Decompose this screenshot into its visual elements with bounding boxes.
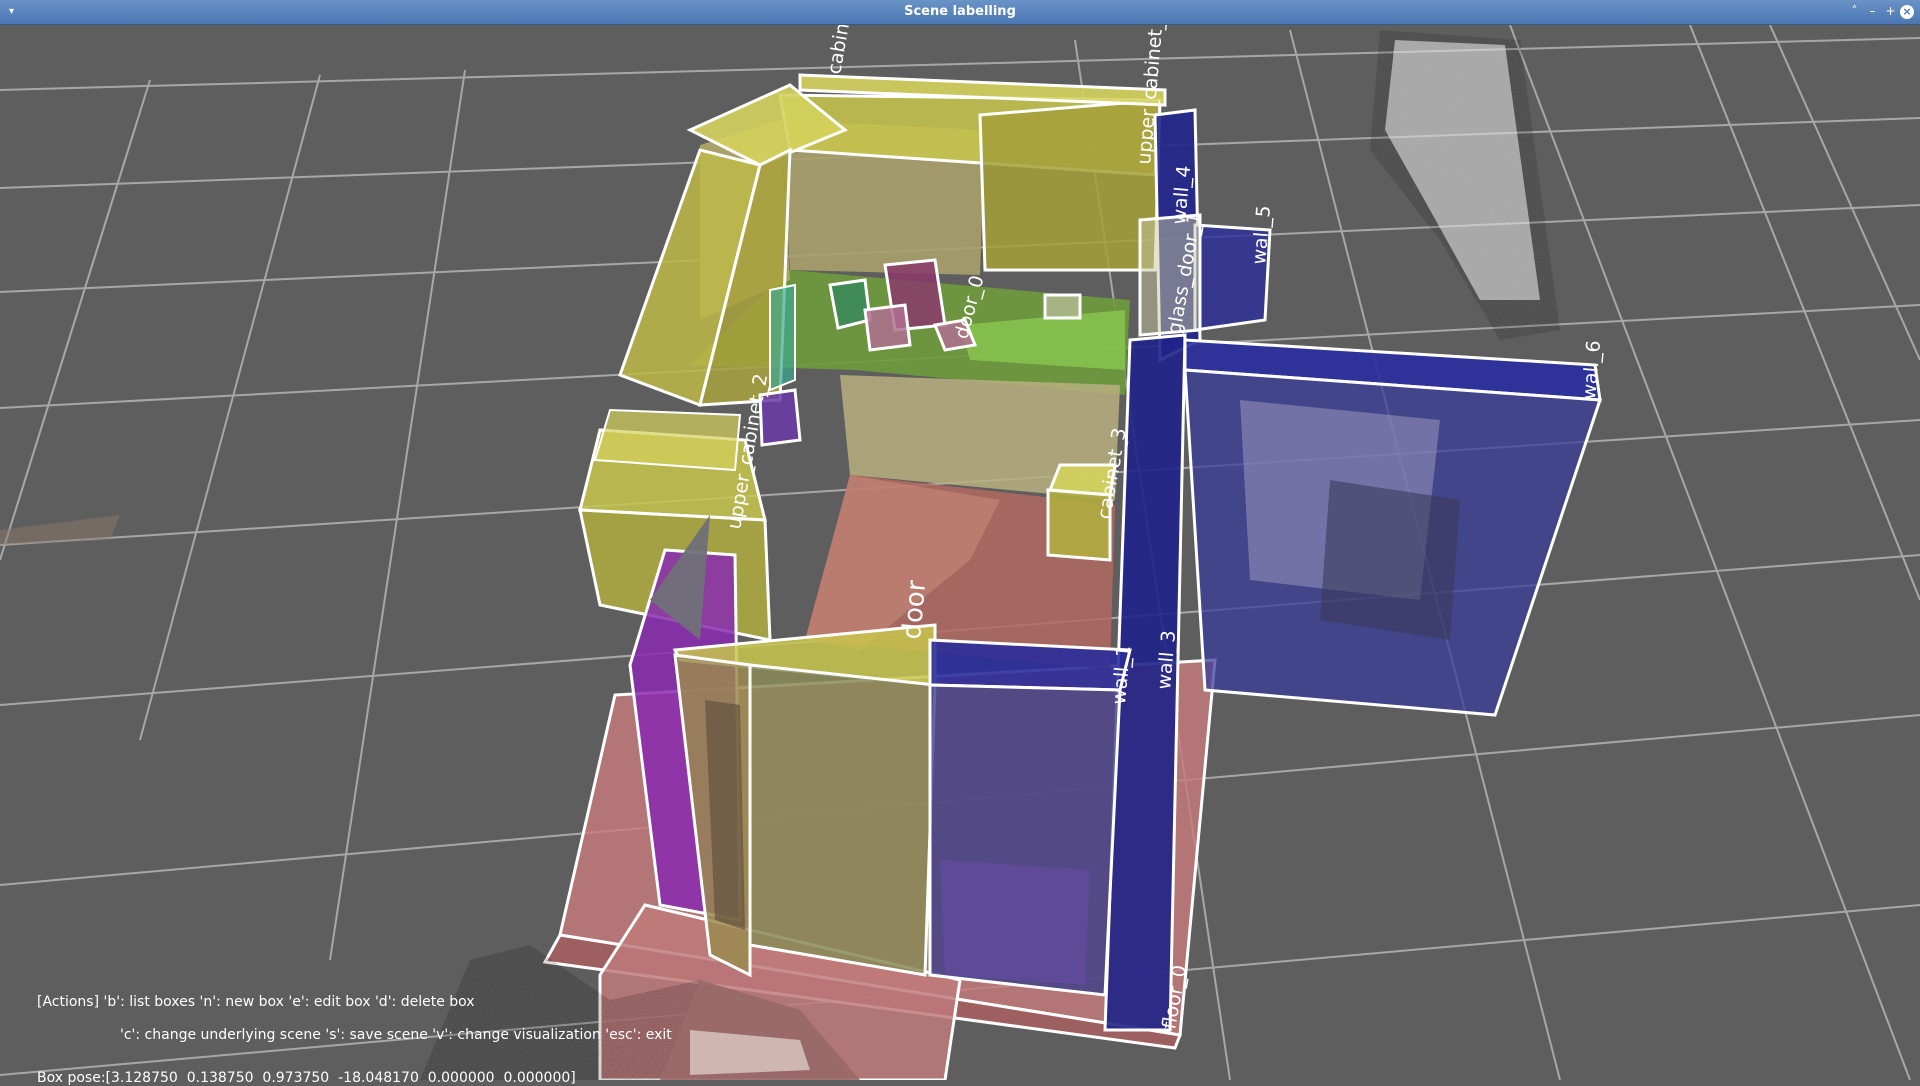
close-button[interactable]: × [1900,5,1914,19]
wall-1[interactable] [928,638,1132,997]
window-title: Scene labelling [904,4,1016,19]
label-cabinet-1: cabinet_1 [823,25,861,76]
label-wall-5: wall_5 [1248,204,1275,265]
label-door: door [897,579,932,641]
roll-up-button[interactable]: ˄ [1846,3,1863,20]
title-bar[interactable]: ▾ Scene labelling ˄ – + × [0,0,1920,25]
scene-canvas[interactable]: cabinet_1 upper_cabinet_0 wall_4 wall_5 … [0,25,1920,1080]
minimize-button[interactable]: – [1864,3,1881,20]
scene-labelling-window: ▾ Scene labelling ˄ – + × cabinet_1 uppe… [0,0,1920,1086]
box-pose-readout: Box pose:[3.128750 0.138750 0.973750 -18… [37,1070,576,1086]
actions-help-line-1: [Actions] 'b': list boxes 'n': new box '… [37,994,475,1010]
actions-help-line-2: 'c': change underlying scene 's': save s… [120,1027,672,1043]
wall-6[interactable] [1183,338,1603,717]
label-wall-6: wall_6 [1578,339,1605,400]
door-box[interactable] [672,623,937,978]
3d-viewport[interactable]: cabinet_1 upper_cabinet_0 wall_4 wall_5 … [0,25,1920,1086]
maximize-button[interactable]: + [1882,3,1899,20]
